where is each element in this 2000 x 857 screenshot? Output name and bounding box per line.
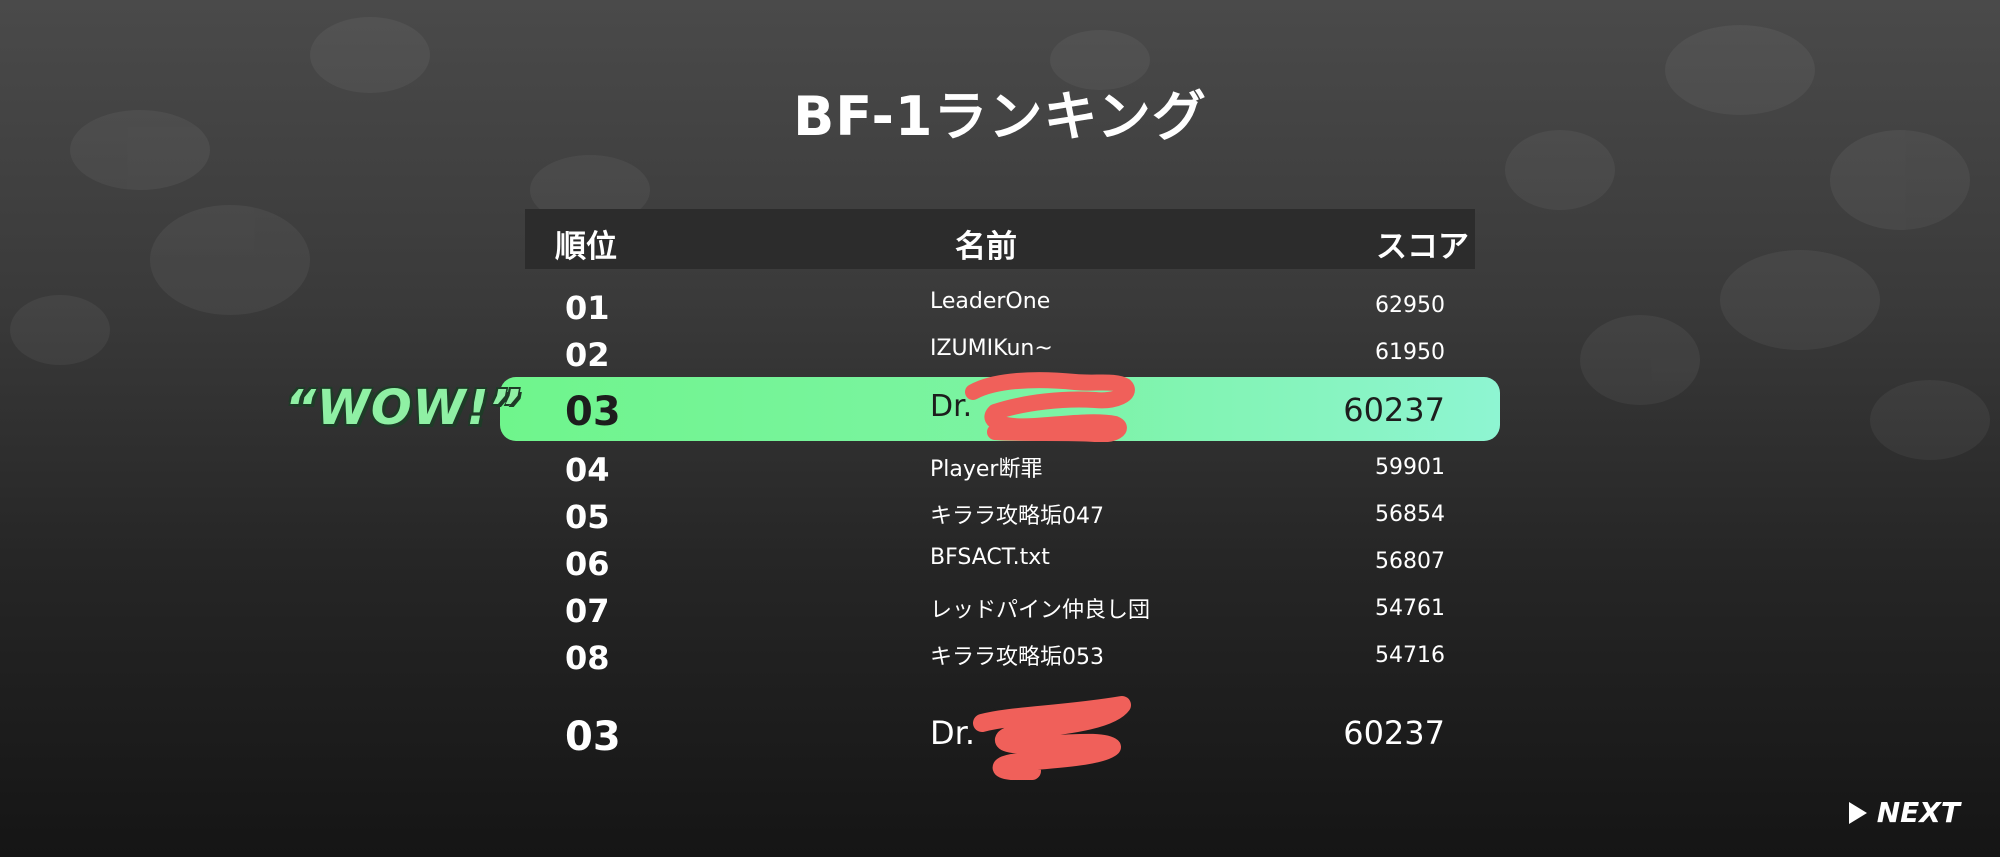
name-cell: BFSACT.txt xyxy=(930,545,1050,570)
table-row: 05 キララ攻略垢047 56854 xyxy=(0,494,2000,540)
name-cell: レッドパイン仲良し団 xyxy=(930,598,1151,623)
redaction-scribble xyxy=(973,696,1131,780)
score-cell: 56854 xyxy=(1375,502,1445,527)
rank-cell: 03 xyxy=(565,389,621,435)
player-name: Dr. xyxy=(930,714,976,752)
player-rank: 03 xyxy=(565,714,621,760)
page-title: BF-1ランキング xyxy=(793,85,1207,148)
name-column-header: 名前 xyxy=(955,229,1017,265)
table-row: 06 BFSACT.txt 56807 xyxy=(0,541,2000,587)
score-cell: 56807 xyxy=(1375,549,1445,574)
rank-cell: 08 xyxy=(565,639,610,677)
play-arrow-icon xyxy=(1848,801,1867,824)
table-row: 01 LeaderOne 62950 xyxy=(0,285,2000,331)
table-header: 順位 名前 スコア xyxy=(525,209,1475,269)
score-cell: 54761 xyxy=(1375,596,1445,621)
rank-cell: 06 xyxy=(565,545,610,583)
table-row: 04 Player断罪 59901 xyxy=(0,447,2000,493)
rank-column-header: 順位 xyxy=(555,229,617,265)
name-cell: キララ攻略垢053 xyxy=(930,645,1104,670)
name-cell: LeaderOne xyxy=(930,289,1051,314)
rank-cell: 04 xyxy=(565,451,610,489)
player-score: 60237 xyxy=(1343,714,1445,752)
next-label: NEXT xyxy=(1876,796,1960,829)
table-row: 08 キララ攻略垢053 54716 xyxy=(0,635,2000,681)
wow-label: “WOW!” xyxy=(285,380,522,436)
name-cell: IZUMIKun~ xyxy=(930,336,1053,361)
rank-cell: 05 xyxy=(565,498,610,536)
name-cell: キララ攻略垢047 xyxy=(930,504,1104,529)
table-row: 07 レッドパイン仲良し団 54761 xyxy=(0,588,2000,634)
score-column-header: スコア xyxy=(1376,229,1469,265)
name-cell: Player断罪 xyxy=(930,457,1043,482)
score-cell: 59901 xyxy=(1375,455,1445,480)
score-cell: 54716 xyxy=(1375,643,1445,668)
next-button[interactable]: NEXT xyxy=(1848,796,1960,829)
rank-cell: 07 xyxy=(565,592,610,630)
redaction-scribble xyxy=(965,372,1135,442)
score-cell: 61950 xyxy=(1375,340,1445,365)
rank-cell: 01 xyxy=(565,289,610,327)
score-cell: 62950 xyxy=(1375,293,1445,318)
score-cell: 60237 xyxy=(1343,391,1445,429)
rank-cell: 02 xyxy=(565,336,610,374)
